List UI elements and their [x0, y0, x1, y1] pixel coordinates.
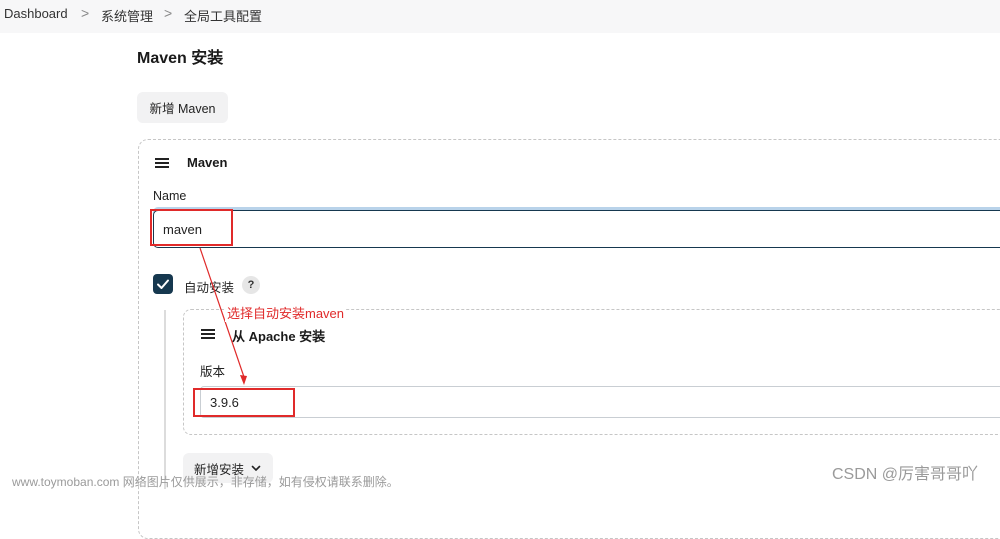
breadcrumb-dashboard[interactable]: Dashboard: [4, 6, 68, 21]
maven-section-title: Maven: [187, 155, 228, 170]
breadcrumb-global-tool-config[interactable]: 全局工具配置: [184, 6, 262, 25]
version-label: 版本: [200, 365, 226, 379]
name-label: Name: [153, 189, 187, 203]
highlight-box-name: [150, 209, 233, 246]
name-input[interactable]: maven: [153, 210, 1000, 248]
watermark-left: www.toymoban.com 网络图片仅供展示，非存储，如有侵权请联系删除。: [12, 475, 399, 489]
chevron-right-icon: >: [81, 5, 90, 21]
add-maven-button[interactable]: 新增 Maven: [137, 92, 228, 123]
help-icon[interactable]: ?: [242, 276, 260, 294]
watermark-right: CSDN @厉害哥哥吖: [832, 466, 979, 483]
auto-install-label: 自动安装: [184, 281, 235, 295]
chevron-right-icon: >: [164, 5, 173, 21]
highlight-box-version: [193, 388, 295, 417]
breadcrumb: Dashboard > 系统管理 > 全局工具配置: [0, 0, 1000, 33]
version-select[interactable]: 3.9.6: [200, 386, 1000, 418]
indent-line: [164, 310, 166, 489]
drag-handle-icon[interactable]: [155, 158, 169, 168]
drag-handle-icon[interactable]: [201, 329, 215, 339]
checkmark-icon: [157, 279, 169, 289]
auto-install-checkbox[interactable]: [153, 274, 173, 294]
page-title: Maven 安装: [137, 50, 224, 67]
breadcrumb-system-manage[interactable]: 系统管理: [101, 6, 153, 25]
installer-section-title: 从 Apache 安装: [232, 329, 326, 344]
annotation-text: 选择自动安装maven: [225, 303, 347, 322]
